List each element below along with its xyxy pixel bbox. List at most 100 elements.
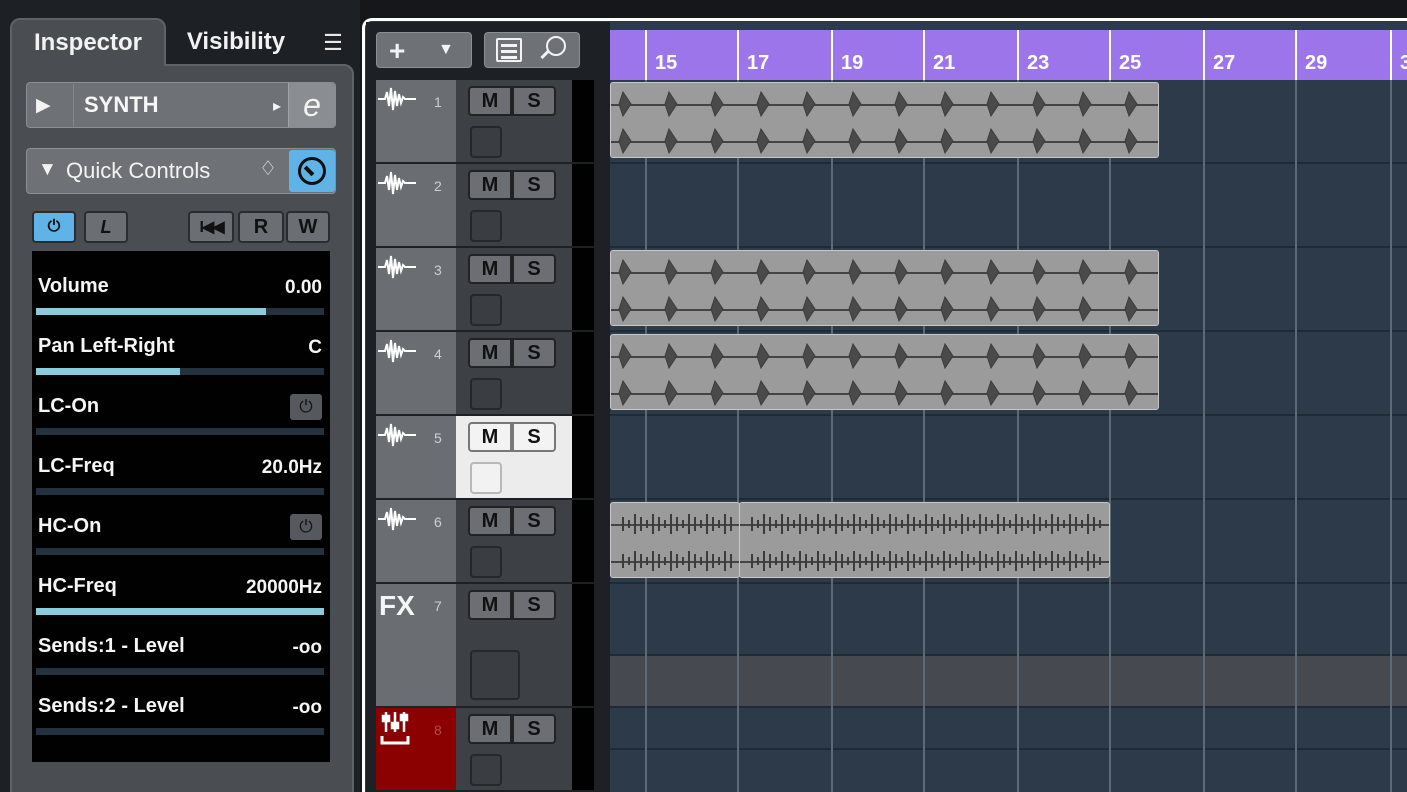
track-name[interactable]: SYNTH — [84, 92, 159, 118]
lane-divider — [610, 162, 1407, 164]
diamond-icon[interactable]: ♢ — [259, 156, 277, 181]
fx-track-lane — [610, 654, 1407, 706]
tab-visibility[interactable]: Visibility — [170, 18, 302, 66]
quick-control-row[interactable]: Sends:2 - Level -oo — [32, 671, 330, 735]
search-icon[interactable] — [546, 36, 566, 56]
collapse-triangle-icon[interactable]: ▼ — [38, 159, 57, 181]
solo-button[interactable]: S — [512, 86, 556, 116]
track-header[interactable]: 5 MS — [376, 416, 596, 500]
quick-control-value: 20.0Hz — [261, 457, 322, 478]
power-icon[interactable]: ⏻ — [290, 394, 322, 420]
ruler-tick — [1295, 30, 1297, 80]
mute-button[interactable]: M — [468, 86, 512, 116]
knob-icon — [298, 157, 326, 185]
audio-waveform-icon — [378, 506, 416, 532]
track-header[interactable]: 8 MS — [376, 708, 596, 792]
quick-control-row[interactable]: Sends:1 - Level -oo — [32, 611, 330, 675]
grid-line — [831, 80, 833, 792]
track-arrow-icon[interactable]: ▸ — [273, 96, 281, 116]
tab-inspector[interactable]: Inspector — [10, 18, 166, 66]
audio-event[interactable] — [610, 502, 740, 578]
timeline-ruler[interactable]: 15 17 19 21 23 25 27 29 3 — [610, 30, 1407, 80]
chevron-down-icon[interactable]: ▼ — [438, 41, 454, 59]
track-number: 4 — [434, 346, 442, 362]
mute-button[interactable]: M — [468, 506, 512, 536]
track-checkbox[interactable] — [470, 294, 502, 326]
grid-line — [645, 80, 647, 792]
quick-control-value: C — [308, 337, 322, 358]
solo-button[interactable]: S — [512, 254, 556, 284]
quick-control-value: 0.00 — [285, 277, 322, 298]
track-checkbox[interactable] — [470, 650, 520, 700]
waveform — [751, 514, 1101, 571]
track-checkbox[interactable] — [470, 546, 502, 578]
mute-button[interactable]: M — [468, 422, 512, 452]
solo-button[interactable]: S — [512, 170, 556, 200]
audio-event[interactable] — [610, 82, 1159, 158]
grid-line — [1109, 80, 1111, 792]
write-button[interactable]: W — [286, 211, 330, 243]
grid-line — [1203, 80, 1205, 792]
read-button[interactable]: R — [238, 211, 284, 243]
mute-button[interactable]: M — [468, 338, 512, 368]
mute-button[interactable]: M — [468, 714, 512, 744]
ruler-tick — [1203, 30, 1205, 80]
quick-control-name: LC-Freq — [38, 455, 115, 477]
expand-triangle-icon[interactable]: ▶ — [36, 94, 51, 117]
lane-divider — [610, 330, 1407, 332]
lane-divider — [610, 414, 1407, 416]
track-number: 2 — [434, 178, 442, 194]
track-header[interactable]: 2 MS — [376, 164, 596, 248]
track-checkbox[interactable] — [470, 378, 502, 410]
solo-button[interactable]: S — [512, 506, 556, 536]
power-icon[interactable]: ⏻ — [290, 514, 322, 540]
track-header[interactable]: 3 MS — [376, 248, 596, 332]
lane-divider — [610, 498, 1407, 500]
track-header[interactable]: 1 MS — [376, 80, 596, 164]
edit-instrument-button[interactable]: e — [288, 83, 335, 127]
solo-button[interactable]: S — [512, 714, 556, 744]
audio-event[interactable] — [610, 250, 1159, 326]
track-header[interactable]: FX 7 M S — [376, 584, 596, 708]
track-checkbox[interactable] — [470, 754, 502, 786]
track-header[interactable]: 6 MS — [376, 500, 596, 584]
power-button[interactable]: ⏻ — [32, 211, 76, 243]
quick-control-row[interactable]: LC-Freq 20.0Hz — [32, 431, 330, 495]
track-number: 8 — [434, 722, 442, 738]
track-checkbox[interactable] — [470, 126, 502, 158]
track-header[interactable]: 4 MS — [376, 332, 596, 416]
lane-divider — [610, 654, 1407, 656]
mute-button[interactable]: M — [468, 254, 512, 284]
waveform — [618, 258, 1138, 323]
audio-event[interactable] — [739, 502, 1110, 578]
quick-control-row[interactable]: HC-On ⏻ — [32, 491, 330, 555]
learn-button[interactable]: L — [84, 211, 128, 243]
track-checkbox[interactable] — [470, 462, 502, 494]
menu-icon[interactable]: ☰ — [322, 30, 344, 55]
quick-control-row[interactable]: HC-Freq 20000Hz — [32, 551, 330, 615]
fx-track-label: FX — [379, 590, 415, 621]
mute-button[interactable]: M — [468, 170, 512, 200]
quick-control-knob-button[interactable] — [289, 150, 335, 192]
quick-control-slider[interactable] — [36, 728, 324, 735]
audio-waveform-icon — [378, 422, 416, 448]
solo-button[interactable]: S — [512, 422, 556, 452]
audio-event[interactable] — [610, 334, 1159, 410]
plus-icon[interactable]: + — [389, 35, 405, 67]
mute-button[interactable]: M — [468, 590, 512, 620]
rewind-icon[interactable]: I◀◀ — [188, 211, 234, 243]
quick-control-row[interactable]: Volume 0.00 — [32, 251, 330, 315]
list-icon[interactable] — [496, 38, 522, 62]
grid-line — [1295, 80, 1297, 792]
quick-control-row[interactable]: Pan Left-Right C — [32, 311, 330, 375]
solo-button[interactable]: S — [512, 338, 556, 368]
ruler-tick — [1390, 30, 1392, 80]
grid-line — [1390, 80, 1392, 792]
lane-divider — [610, 582, 1407, 584]
quick-control-row[interactable]: LC-On ⏻ — [32, 371, 330, 435]
track-meter — [572, 80, 594, 162]
track-checkbox[interactable] — [470, 210, 502, 242]
track-meter — [572, 164, 594, 246]
solo-button[interactable]: S — [512, 590, 556, 620]
track-number: 5 — [434, 430, 442, 446]
